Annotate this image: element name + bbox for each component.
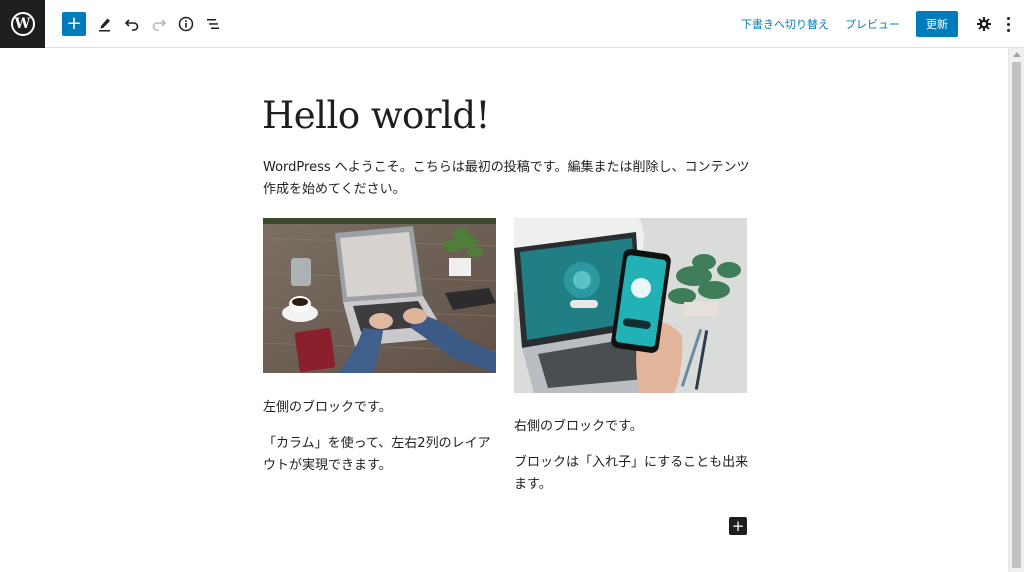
gear-icon[interactable]: [976, 16, 992, 32]
wordpress-icon: W: [10, 12, 35, 36]
post-title[interactable]: Hello world!: [262, 94, 490, 137]
wordpress-logo-button[interactable]: W: [0, 0, 45, 48]
right-column-image[interactable]: [514, 218, 747, 393]
undo-button[interactable]: [120, 12, 144, 36]
intro-paragraph[interactable]: WordPress へようこそ。こちらは最初の投稿です。編集または削除し、コンテ…: [263, 157, 753, 201]
editor-toolbar: W + 下書きへ切り替え プレビュー 更新: [0, 0, 1024, 48]
right-column-paragraph-2[interactable]: ブロックは「入れ子」にすることも出来ます。: [514, 452, 754, 496]
right-column-paragraph-1[interactable]: 右側のブロックです。: [514, 416, 754, 438]
list-view-button[interactable]: [201, 12, 225, 36]
update-button[interactable]: 更新: [916, 11, 958, 37]
scroll-up-arrow[interactable]: [1013, 52, 1021, 57]
tools-edit-button[interactable]: [93, 12, 117, 36]
more-options-icon[interactable]: [1006, 16, 1010, 32]
info-icon: [178, 16, 194, 32]
switch-to-draft-button[interactable]: 下書きへ切り替え: [741, 16, 829, 32]
vertical-scrollbar[interactable]: [1008, 48, 1024, 572]
redo-icon: [152, 19, 167, 31]
left-column-image[interactable]: [263, 218, 496, 373]
left-column-paragraph-1[interactable]: 左側のブロックです。: [263, 397, 498, 419]
scrollbar-thumb[interactable]: [1012, 62, 1021, 568]
left-column: 左側のブロックです。 「カラム」を使って、左右2列のレイアウトが実現できます。: [263, 397, 498, 491]
left-column-paragraph-2[interactable]: 「カラム」を使って、左右2列のレイアウトが実現できます。: [263, 433, 498, 477]
add-block-button[interactable]: +: [62, 12, 86, 36]
preview-button[interactable]: プレビュー: [845, 16, 900, 32]
list-view-icon: [207, 19, 219, 29]
toolbar-right-group: 下書きへ切り替え プレビュー 更新: [741, 11, 1010, 37]
redo-button[interactable]: [147, 12, 171, 36]
block-appender-button[interactable]: +: [729, 517, 747, 535]
right-column: 右側のブロックです。 ブロックは「入れ子」にすることも出来ます。: [514, 416, 754, 510]
pencil-icon: [99, 18, 110, 32]
undo-icon: [124, 19, 139, 31]
details-button[interactable]: [174, 12, 198, 36]
